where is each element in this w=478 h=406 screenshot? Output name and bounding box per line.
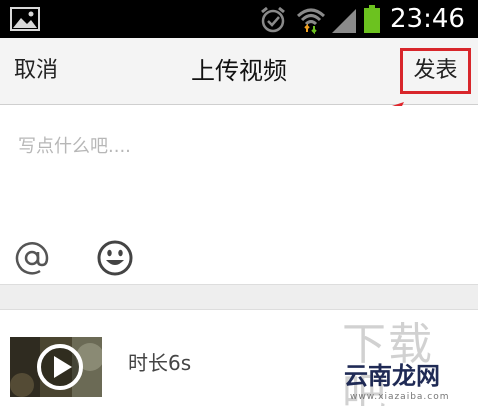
status-bar: 23:46 [0, 0, 478, 38]
wifi-icon [296, 8, 326, 34]
clock-time: 23:46 [390, 4, 465, 34]
section-divider [0, 284, 478, 310]
publish-button[interactable]: 发表 [400, 48, 471, 94]
post-text-input[interactable] [18, 126, 458, 166]
alarm-icon [261, 6, 285, 33]
compose-area [0, 106, 478, 284]
watermark-cn-text: 云南龙网 [344, 362, 440, 390]
gallery-icon [10, 7, 40, 31]
video-duration-label: 时长6s [128, 351, 192, 375]
signal-icon [332, 9, 356, 33]
emoji-icon[interactable] [96, 239, 134, 277]
at-mention-icon[interactable] [14, 240, 50, 276]
video-thumbnail[interactable] [10, 337, 102, 397]
battery-icon [364, 5, 380, 33]
watermark-url-text: www.xiazaiba.com [350, 392, 450, 402]
top-nav-bar: 取消 上传视频 发表 [0, 38, 478, 105]
play-icon[interactable] [36, 343, 84, 391]
watermark-logo: 下载吧 云南龙网 www.xiazaiba.com [336, 320, 476, 406]
